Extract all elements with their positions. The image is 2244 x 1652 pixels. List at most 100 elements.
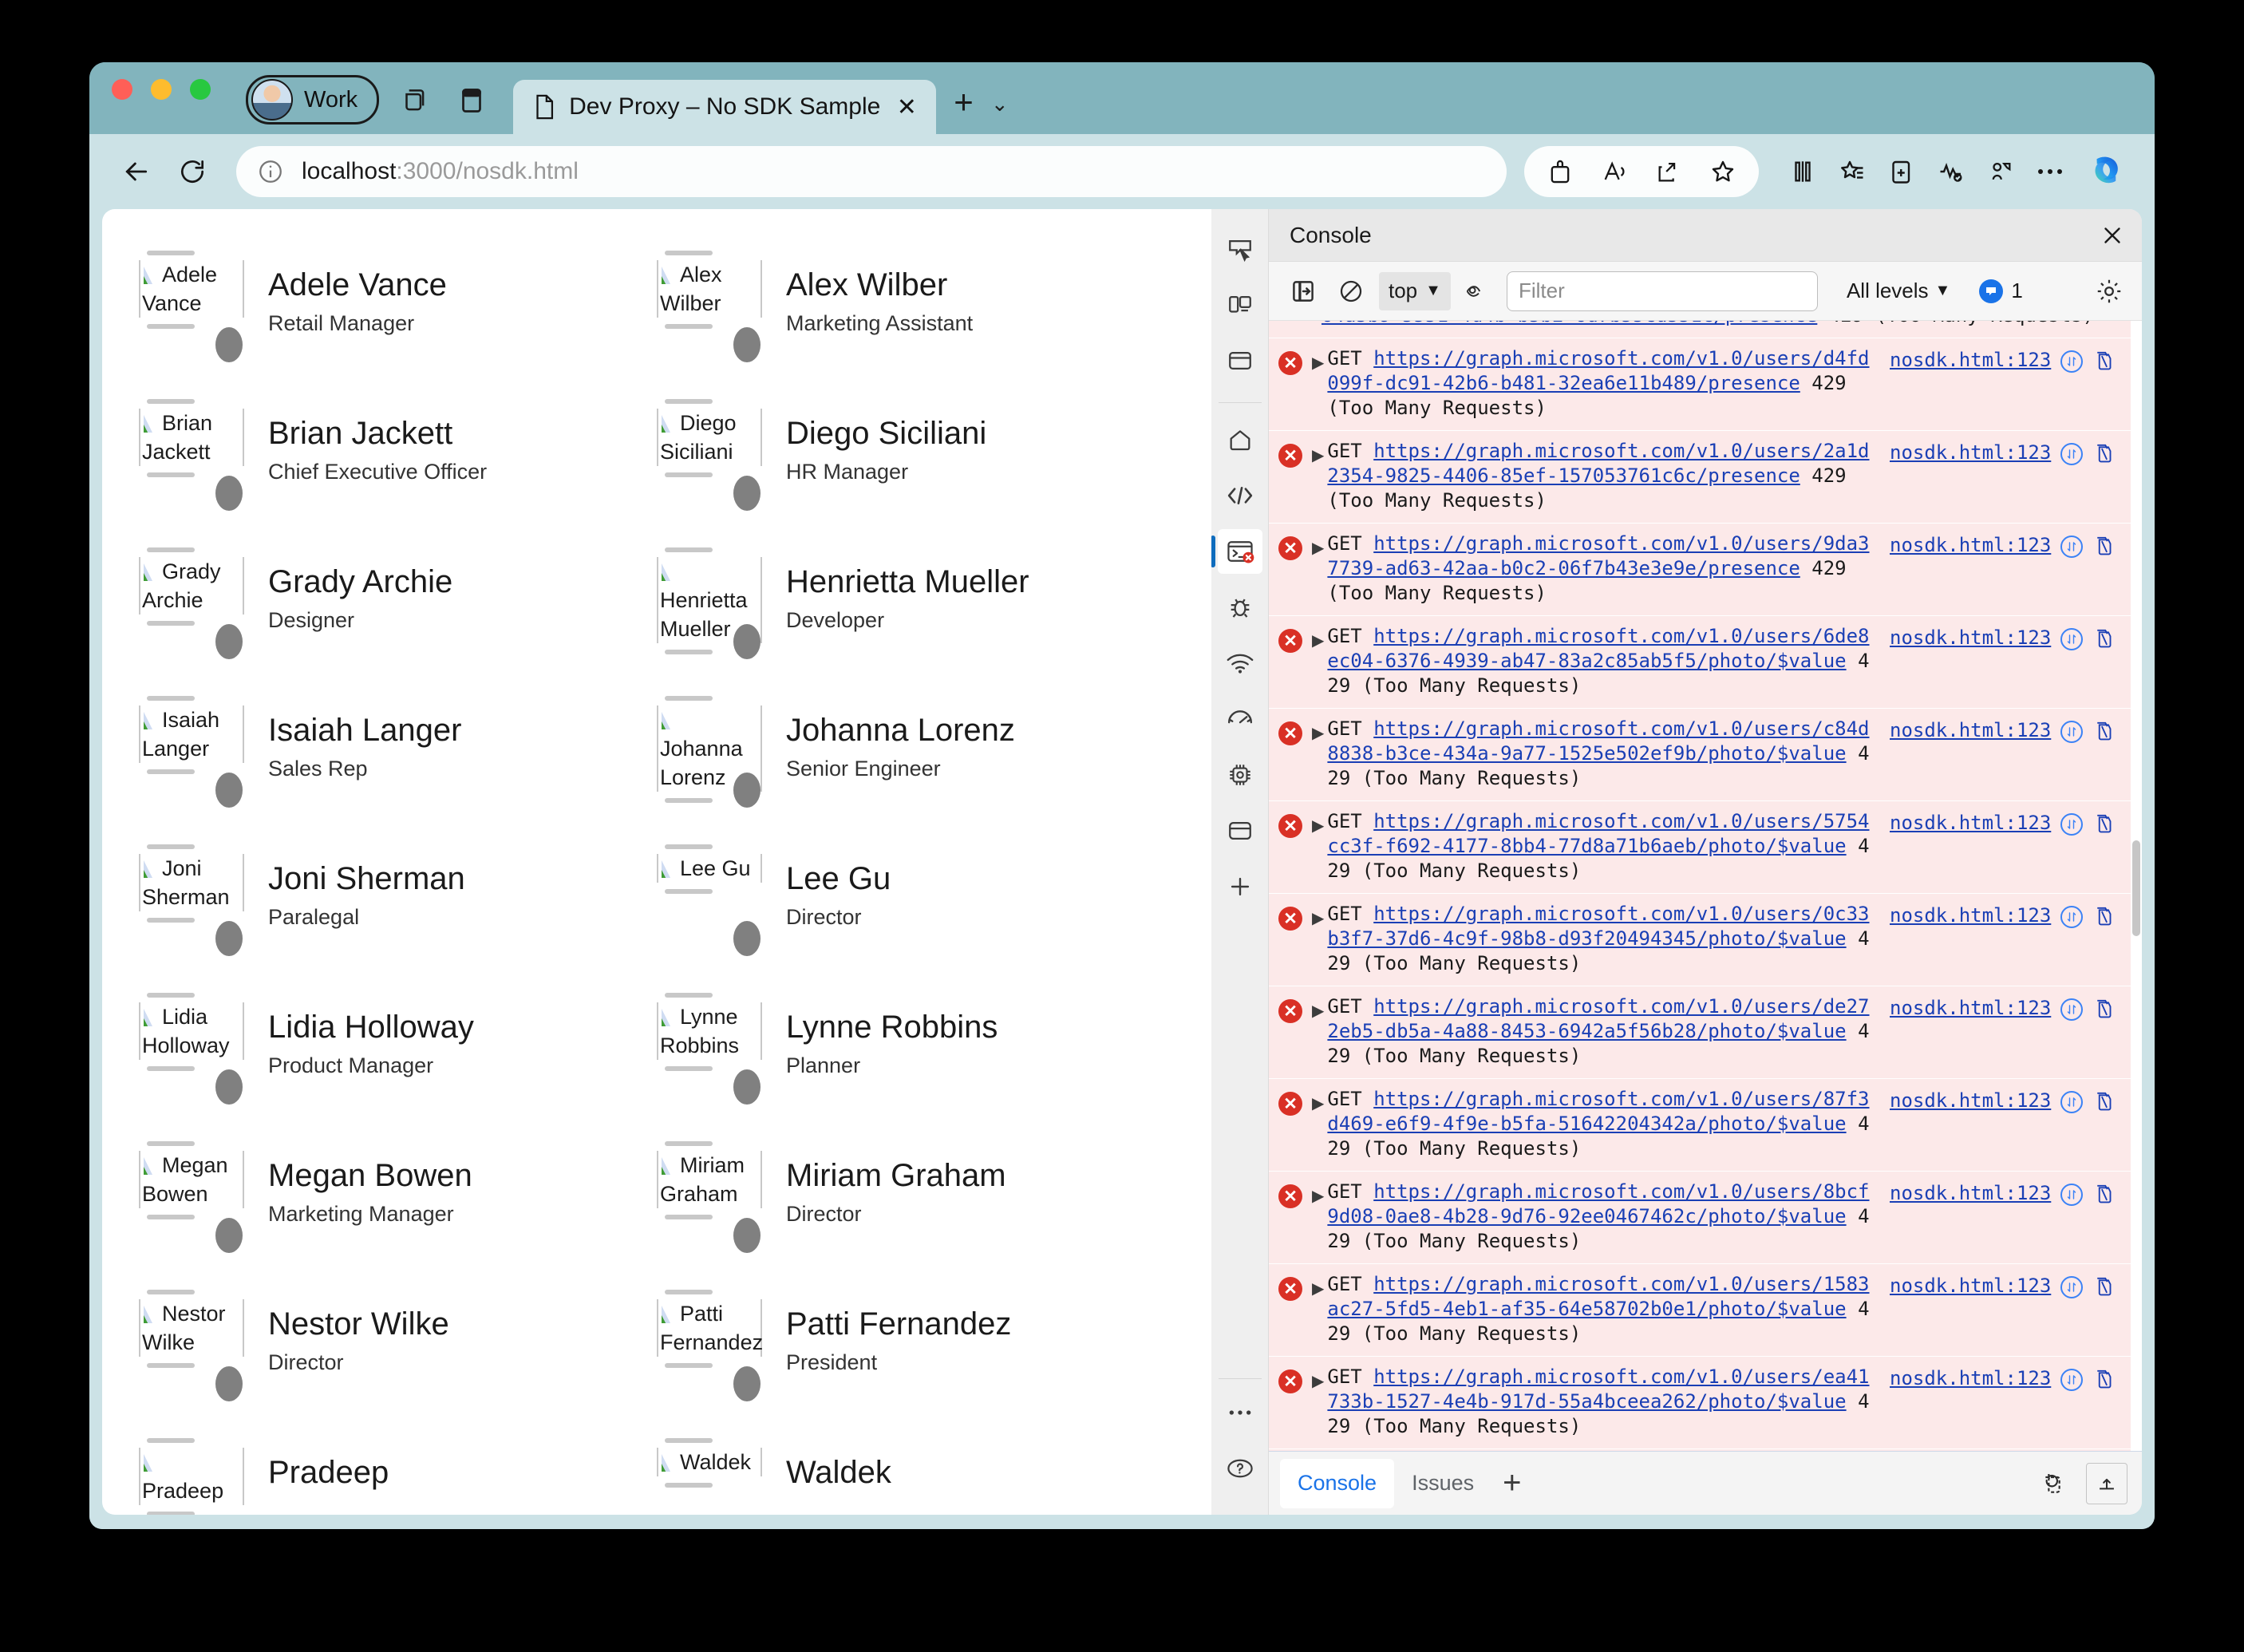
console-error-row[interactable]: ✕▶GET https://graph.microsoft.com/v1.0/u…	[1269, 338, 2131, 431]
expand-arrow-icon[interactable]: ▶	[1312, 1001, 1324, 1069]
person-card[interactable]: Adele Vance Adele Vance Retail Manager	[139, 238, 657, 386]
person-card[interactable]: Megan Bowen Megan Bowen Marketing Manager	[139, 1128, 657, 1277]
request-url[interactable]: https://graph.microsoft.com/v1.0/users/9…	[1327, 532, 1869, 579]
request-url[interactable]: https://graph.microsoft.com/v1.0/users/e…	[1327, 1365, 1869, 1413]
dock-icon[interactable]	[2086, 1462, 2127, 1504]
copy-stack-icon[interactable]	[2092, 720, 2116, 744]
person-card[interactable]: Alex Wilber Alex Wilber Marketing Assistan…	[657, 238, 1175, 386]
gear-icon[interactable]	[2089, 271, 2129, 311]
copilot-icon[interactable]	[2083, 146, 2134, 197]
scrollbar-thumb[interactable]	[2132, 840, 2140, 937]
favorite-star-icon[interactable]	[1698, 147, 1748, 196]
network-request-icon[interactable]	[2060, 443, 2084, 465]
console-error-row[interactable]: ✕▶GET https://graph.microsoft.com/v1.0/u…	[1269, 1449, 2131, 1451]
expand-arrow-icon[interactable]: ▶	[1312, 353, 1324, 421]
copy-stack-icon[interactable]	[2092, 350, 2116, 373]
network-request-icon[interactable]	[2060, 813, 2084, 836]
source-location-link[interactable]: nosdk.html:123	[1890, 1367, 2051, 1389]
network-request-icon[interactable]	[2060, 1276, 2084, 1298]
request-url[interactable]: 64a5b9-5551-4d4b-b5b2-6d7b55cd551c/prese…	[1322, 321, 1817, 326]
read-aloud-icon[interactable]	[1590, 147, 1639, 196]
copy-stack-icon[interactable]	[2092, 535, 2116, 559]
copy-stack-icon[interactable]	[2092, 1090, 2116, 1114]
close-devtools-button[interactable]	[2089, 212, 2135, 259]
source-location-link[interactable]: nosdk.html:123	[1890, 441, 2051, 464]
request-url[interactable]: https://graph.microsoft.com/v1.0/users/8…	[1327, 1088, 1869, 1135]
console-sidebar-icon[interactable]	[1283, 271, 1323, 311]
copy-stack-icon[interactable]	[2092, 627, 2116, 651]
console-error-row[interactable]: ✕▶GET https://graph.microsoft.com/v1.0/u…	[1269, 431, 2131, 524]
console-error-row[interactable]: ✕▶GET https://graph.microsoft.com/v1.0/u…	[1269, 986, 2131, 1079]
expand-arrow-icon[interactable]: ▶	[1312, 816, 1324, 883]
console-error-row[interactable]: ✕▶GET https://graph.microsoft.com/v1.0/u…	[1269, 894, 2131, 986]
person-card[interactable]: Diego Siciliani Diego Siciliani HR Manager	[657, 386, 1175, 535]
console-error-row[interactable]: ✕▶GET https://graph.microsoft.com/v1.0/u…	[1269, 524, 2131, 616]
request-url[interactable]: https://graph.microsoft.com/v1.0/users/5…	[1327, 810, 1869, 857]
network-icon[interactable]	[1218, 641, 1262, 686]
drawer-tab-console[interactable]: Console	[1280, 1458, 1395, 1508]
copy-stack-icon[interactable]	[2092, 812, 2116, 836]
person-card[interactable]: Isaiah Langer Isaiah Langer Sales Rep	[139, 683, 657, 832]
share-icon[interactable]	[1644, 147, 1693, 196]
maximize-window-button[interactable]	[190, 79, 211, 100]
console-filter-input[interactable]: Filter	[1506, 271, 1818, 311]
copy-stack-icon[interactable]	[2092, 1368, 2116, 1392]
copy-stack-icon[interactable]	[2092, 442, 2116, 466]
close-tab-button[interactable]: ✕	[893, 93, 920, 121]
network-request-icon[interactable]	[2060, 628, 2084, 650]
live-expression-icon[interactable]	[1459, 271, 1499, 311]
issues-badge[interactable]: 1	[1979, 279, 2023, 303]
expand-arrow-icon[interactable]: ▶	[1312, 630, 1324, 698]
execution-context-select[interactable]: top ▼	[1379, 271, 1451, 310]
copy-stack-icon[interactable]	[2092, 998, 2116, 1022]
browser-tab[interactable]: Dev Proxy – No SDK Sample ✕	[513, 80, 937, 134]
network-request-icon[interactable]	[2060, 536, 2084, 558]
network-request-icon[interactable]	[2060, 1184, 2084, 1206]
console-scrollbar[interactable]	[2131, 321, 2142, 1451]
request-url[interactable]: https://graph.microsoft.com/v1.0/users/d…	[1327, 995, 1869, 1042]
copy-stack-icon[interactable]	[2092, 905, 2116, 929]
performance-icon[interactable]	[1218, 697, 1262, 741]
person-card[interactable]: Waldek Waldek	[657, 1425, 1175, 1515]
request-url[interactable]: https://graph.microsoft.com/v1.0/users/c…	[1327, 717, 1869, 765]
expand-arrow-icon[interactable]: ▶	[1312, 445, 1324, 513]
profile-button[interactable]: Work	[246, 75, 380, 124]
source-location-link[interactable]: nosdk.html:123	[1890, 1275, 2051, 1297]
vertical-tabs-icon[interactable]	[449, 78, 494, 123]
more-tools-icon[interactable]	[1218, 1390, 1262, 1435]
expand-arrow-icon[interactable]: ▶	[1312, 538, 1324, 606]
minimize-window-button[interactable]	[151, 79, 172, 100]
copy-stack-icon[interactable]	[2092, 1183, 2116, 1207]
expand-arrow-icon[interactable]: ▶	[1312, 1186, 1324, 1254]
source-location-link[interactable]: nosdk.html:123	[1890, 1089, 2051, 1112]
request-url[interactable]: https://graph.microsoft.com/v1.0/users/6…	[1327, 625, 1869, 672]
copy-stack-icon[interactable]	[2092, 1275, 2116, 1299]
memory-icon[interactable]	[1218, 753, 1262, 797]
request-url[interactable]: https://graph.microsoft.com/v1.0/users/8…	[1327, 1180, 1869, 1227]
console-error-row[interactable]: ✕▶GET https://graph.microsoft.com/v1.0/u…	[1269, 1172, 2131, 1264]
person-card[interactable]: Lidia Holloway Lidia Holloway Product Mana…	[139, 980, 657, 1128]
expand-arrow-icon[interactable]: ▶	[1312, 1093, 1324, 1161]
expand-arrow-icon[interactable]: ▶	[1312, 908, 1324, 976]
network-request-icon[interactable]	[2060, 1091, 2084, 1113]
restore-drawer-icon[interactable]	[2030, 1463, 2072, 1504]
drawer-tab-issues[interactable]: Issues	[1394, 1459, 1491, 1508]
reload-icon[interactable]	[166, 145, 219, 198]
person-card[interactable]: Johanna Lorenz Johanna Lorenz Senior Engin…	[657, 683, 1175, 832]
console-icon[interactable]	[1211, 529, 1262, 574]
network-request-icon[interactable]	[2060, 998, 2084, 1021]
network-request-icon[interactable]	[2060, 350, 2084, 373]
more-options-icon[interactable]	[2025, 147, 2075, 196]
expand-arrow-icon[interactable]: ▶	[1312, 1371, 1324, 1439]
source-location-link[interactable]: nosdk.html:123	[1890, 997, 2051, 1019]
device-emulation-icon[interactable]	[1218, 283, 1262, 327]
source-location-link[interactable]: nosdk.html:123	[1890, 1182, 2051, 1204]
source-location-link[interactable]: nosdk.html:123	[1890, 812, 2051, 834]
welcome-panel-icon[interactable]	[1218, 338, 1262, 383]
console-error-row[interactable]: ✕▶GET https://graph.microsoft.com/v1.0/u…	[1269, 1079, 2131, 1172]
close-window-button[interactable]	[112, 79, 132, 100]
source-location-link[interactable]: nosdk.html:123	[1890, 534, 2051, 556]
network-request-icon[interactable]	[2060, 1369, 2084, 1391]
clear-console-icon[interactable]	[1331, 271, 1371, 311]
person-card[interactable]: Lynne Robbins Lynne Robbins Planner	[657, 980, 1175, 1128]
